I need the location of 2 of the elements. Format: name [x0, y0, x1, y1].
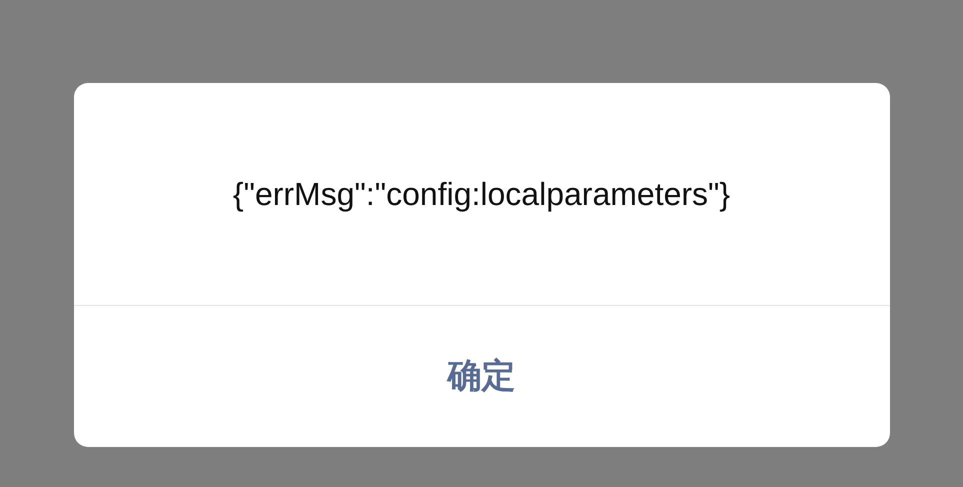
confirm-button[interactable]: 确定 — [74, 306, 890, 447]
error-message: {"errMsg":"config:localparameters"} — [232, 175, 730, 214]
